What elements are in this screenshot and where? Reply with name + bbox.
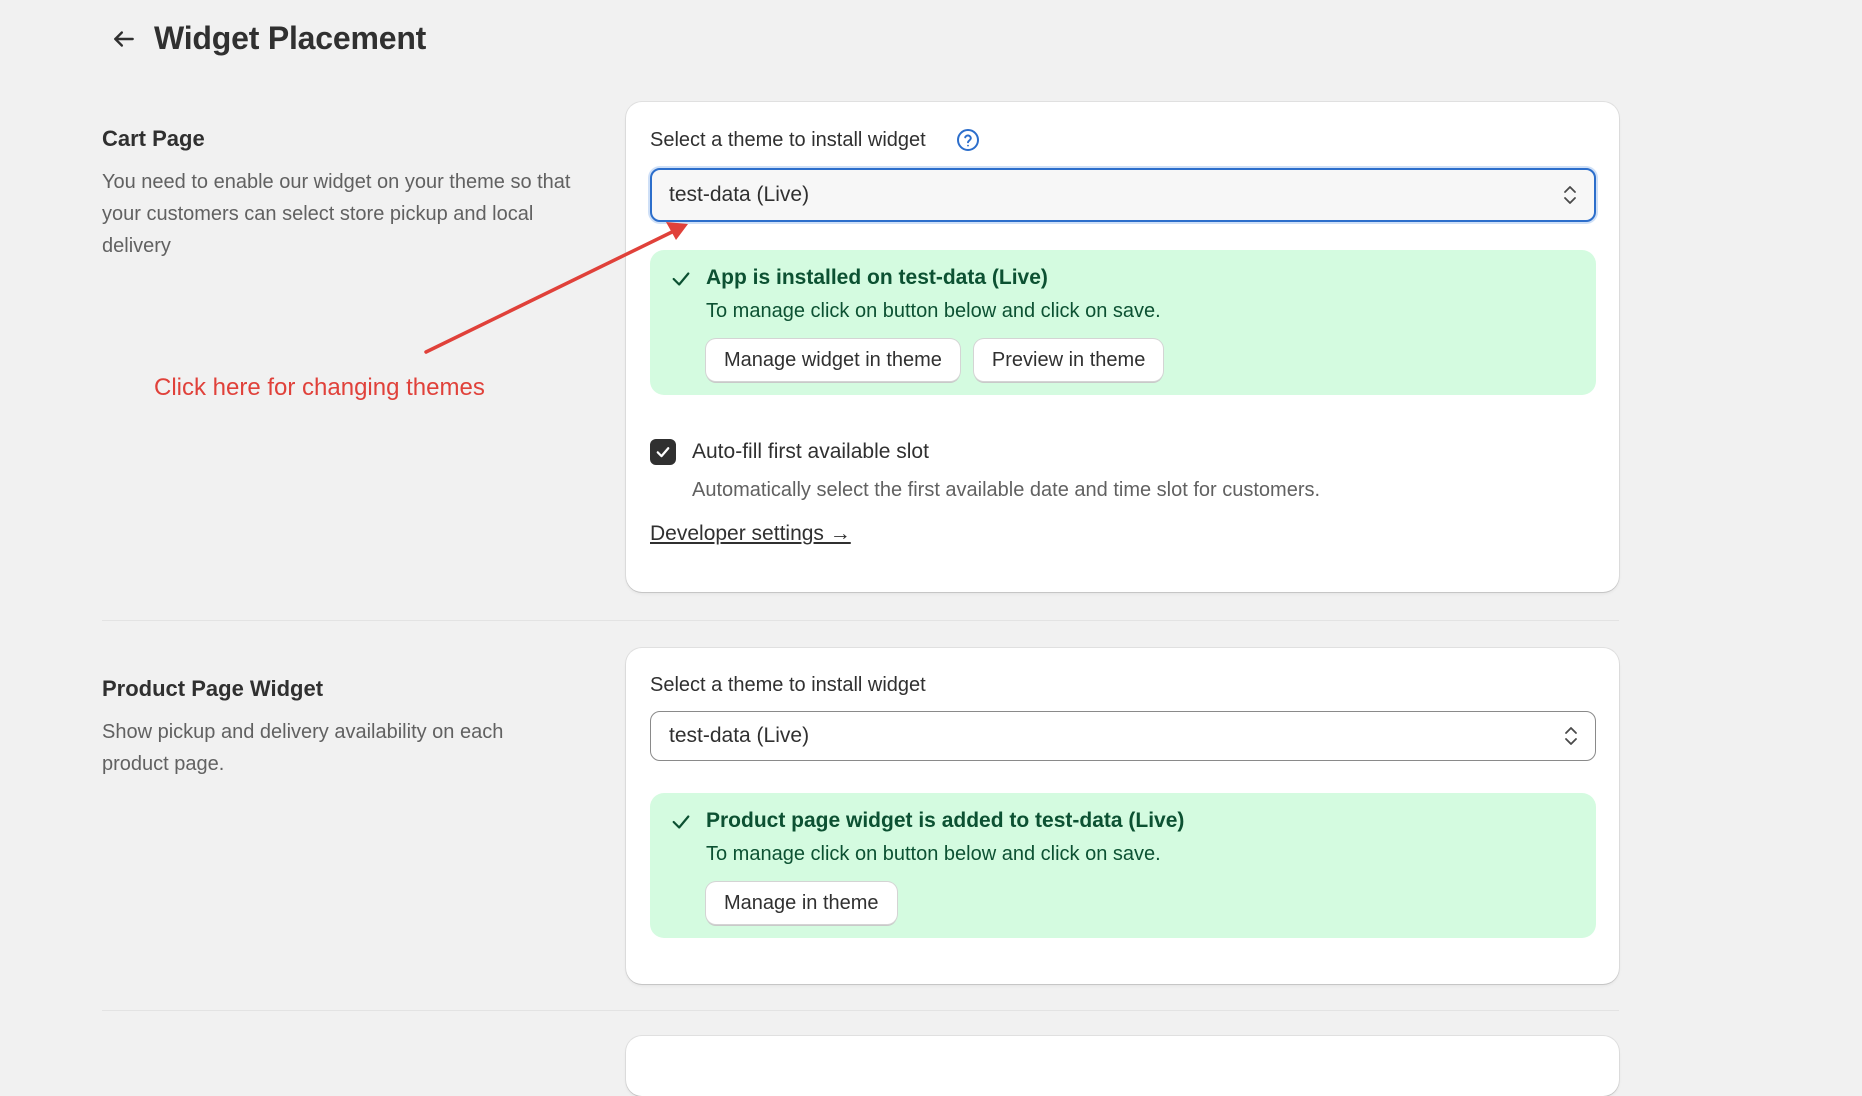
cart-section-title: Cart Page bbox=[102, 126, 205, 151]
page-title: Widget Placement bbox=[154, 20, 427, 56]
section-divider bbox=[102, 620, 1619, 621]
product-section-title: Product Page Widget bbox=[102, 676, 324, 701]
autofill-option: Auto-fill first available slot bbox=[650, 439, 1595, 465]
product-widget-banner: Product page widget is added to test-dat… bbox=[650, 793, 1596, 938]
select-chevron-icon bbox=[1565, 727, 1577, 745]
cart-theme-selected-value: test-data (Live) bbox=[669, 183, 810, 206]
check-icon bbox=[672, 272, 690, 286]
select-chevron-icon bbox=[1564, 186, 1576, 204]
product-theme-select[interactable]: test-data (Live) bbox=[650, 711, 1596, 761]
cart-theme-label: Select a theme to install widget bbox=[650, 128, 1595, 152]
next-section-card bbox=[626, 1036, 1619, 1096]
cart-theme-label-text: Select a theme to install widget bbox=[650, 128, 926, 151]
product-banner-text: To manage click on button below and clic… bbox=[706, 843, 1161, 865]
autofill-label: Auto-fill first available slot bbox=[692, 440, 929, 463]
annotation-text: Click here for changing themes bbox=[154, 374, 485, 401]
checkmark-icon bbox=[656, 447, 670, 458]
product-widget-card: Select a theme to install widget test-da… bbox=[626, 648, 1619, 984]
question-circle-icon[interactable] bbox=[956, 128, 980, 152]
section-divider bbox=[102, 1010, 1619, 1011]
arrow-left-icon bbox=[114, 30, 134, 47]
product-theme-selected-value: test-data (Live) bbox=[669, 724, 810, 747]
back-button[interactable] bbox=[106, 21, 142, 57]
cart-install-banner: App is installed on test-data (Live) To … bbox=[650, 250, 1596, 395]
manage-widget-in-theme-button[interactable]: Manage widget in theme bbox=[706, 339, 960, 381]
cart-theme-select[interactable]: test-data (Live) bbox=[650, 168, 1596, 222]
preview-in-theme-button[interactable]: Preview in theme bbox=[973, 339, 1164, 381]
product-section-info: Product Page Widget Show pickup and deli… bbox=[102, 676, 572, 780]
product-section-description: Show pickup and delivery availability on… bbox=[102, 721, 504, 775]
cart-section-info: Cart Page You need to enable our widget … bbox=[102, 126, 572, 262]
product-banner-title: Product page widget is added to test-dat… bbox=[706, 809, 1185, 832]
manage-in-theme-button[interactable]: Manage in theme bbox=[706, 882, 897, 924]
product-theme-label-text: Select a theme to install widget bbox=[650, 674, 926, 696]
product-theme-label: Select a theme to install widget bbox=[650, 674, 1595, 697]
page-header: Widget Placement bbox=[106, 20, 426, 57]
cart-banner-text: To manage click on button below and clic… bbox=[706, 300, 1161, 322]
developer-settings-link[interactable]: Developer settings → bbox=[650, 522, 851, 546]
cart-widget-card: Select a theme to install widget test-da… bbox=[626, 102, 1619, 592]
cart-section-description: You need to enable our widget on your th… bbox=[102, 171, 571, 257]
check-icon bbox=[672, 815, 690, 829]
autofill-help-text: Automatically select the first available… bbox=[692, 479, 1321, 501]
autofill-checkbox[interactable] bbox=[650, 439, 676, 465]
cart-banner-title: App is installed on test-data (Live) bbox=[706, 266, 1048, 289]
